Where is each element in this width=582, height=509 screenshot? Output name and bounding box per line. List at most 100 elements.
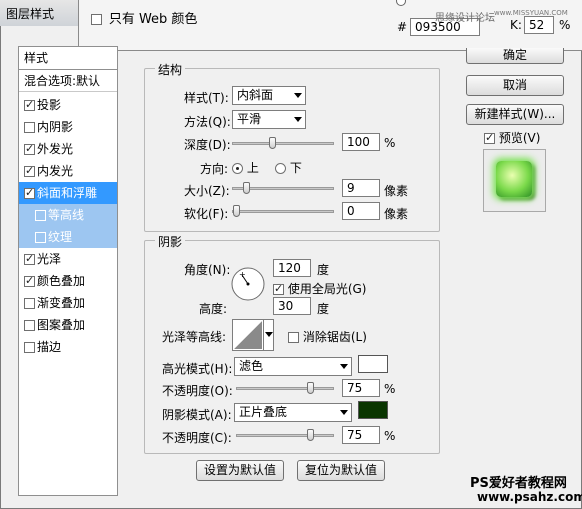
- depth-input[interactable]: 100: [342, 133, 380, 151]
- global-light-option[interactable]: 使用全局光(G): [273, 280, 367, 297]
- shadow-mode-select[interactable]: 正片叠底: [234, 403, 352, 422]
- contour-dropdown[interactable]: [263, 320, 274, 350]
- style-item[interactable]: 斜面和浮雕: [19, 182, 117, 204]
- size-input[interactable]: 9: [342, 179, 380, 197]
- style-preview-thumbnail: [483, 149, 546, 212]
- style-item[interactable]: 等高线: [19, 204, 117, 226]
- angle-unit: 度: [317, 263, 330, 277]
- shadow-opacity-thumb[interactable]: [307, 429, 314, 441]
- style-item[interactable]: 光泽: [19, 248, 117, 270]
- style-item-label: 纹理: [48, 230, 73, 244]
- style-item-label: 渐变叠加: [37, 296, 86, 310]
- angle-label: 角度(N):: [184, 263, 231, 277]
- web-only-checkbox[interactable]: [91, 14, 102, 25]
- reset-default-button[interactable]: 复位为默认值: [297, 460, 385, 481]
- chevron-down-icon: [294, 93, 302, 98]
- soften-slider-thumb[interactable]: [233, 205, 240, 217]
- depth-label: 深度(D):: [184, 138, 231, 152]
- direction-down-label: 下: [289, 161, 302, 175]
- highlight-mode-select[interactable]: 滤色: [234, 357, 352, 376]
- style-item[interactable]: 投影: [19, 94, 117, 116]
- style-item[interactable]: 描边: [19, 336, 117, 358]
- shadow-color-swatch[interactable]: [358, 401, 388, 419]
- shadow-mode-label: 阴影模式(A):: [162, 408, 232, 422]
- preview-checkbox[interactable]: [484, 131, 495, 144]
- angle-input[interactable]: 120: [273, 259, 311, 277]
- k-input[interactable]: 52: [524, 16, 554, 34]
- structure-title: 结构: [155, 61, 186, 78]
- highlight-mode-value: 滤色: [239, 359, 264, 373]
- style-item[interactable]: 颜色叠加: [19, 270, 117, 292]
- highlight-opacity-thumb[interactable]: [307, 382, 314, 394]
- soften-input[interactable]: 0: [342, 202, 380, 220]
- cancel-button[interactable]: 取消: [466, 75, 564, 96]
- style-item-checkbox[interactable]: [24, 164, 35, 177]
- style-item[interactable]: 内阴影: [19, 116, 117, 138]
- styles-list: 样式 混合选项:默认 投影内阴影外发光内发光斜面和浮雕等高线纹理光泽颜色叠加渐变…: [18, 46, 118, 496]
- web-only-option[interactable]: 只有 Web 颜色: [91, 8, 197, 27]
- highlight-opacity-slider[interactable]: [236, 382, 334, 394]
- direction-down-radio[interactable]: [275, 163, 286, 174]
- style-item[interactable]: 内发光: [19, 160, 117, 182]
- global-light-checkbox[interactable]: [273, 282, 284, 295]
- style-item-checkbox[interactable]: [24, 298, 35, 309]
- k-percent: %: [559, 18, 571, 32]
- style-item-label: 内阴影: [37, 120, 74, 134]
- soften-slider[interactable]: [232, 205, 334, 217]
- antialias-checkbox[interactable]: [288, 332, 299, 343]
- highlight-color-swatch[interactable]: [358, 355, 388, 373]
- preview-option[interactable]: 预览(V): [484, 129, 540, 146]
- style-item-checkbox[interactable]: [24, 342, 35, 353]
- style-item[interactable]: 渐变叠加: [19, 292, 117, 314]
- window-title: 图层样式: [6, 7, 55, 21]
- ok-button[interactable]: 确定: [466, 48, 564, 64]
- set-default-button[interactable]: 设置为默认值: [196, 460, 284, 481]
- highlight-opacity-input[interactable]: 75: [342, 379, 380, 397]
- style-item[interactable]: 外发光: [19, 138, 117, 160]
- gloss-contour-picker[interactable]: [232, 319, 274, 351]
- styles-header[interactable]: 样式: [19, 47, 117, 70]
- blend-options[interactable]: 混合选项:默认: [19, 70, 117, 92]
- style-item-checkbox[interactable]: [24, 98, 35, 111]
- altitude-unit: 度: [317, 302, 330, 316]
- b-radio[interactable]: [396, 0, 406, 6]
- style-item-checkbox[interactable]: [35, 210, 46, 221]
- size-slider[interactable]: [232, 182, 334, 194]
- angle-dial[interactable]: +: [230, 266, 266, 302]
- style-item[interactable]: 图案叠加: [19, 314, 117, 336]
- depth-slider-thumb[interactable]: [269, 137, 276, 149]
- style-item-checkbox[interactable]: [24, 252, 35, 265]
- style-item-checkbox[interactable]: [24, 274, 35, 287]
- style-item-label: 等高线: [48, 208, 85, 222]
- style-item-checkbox[interactable]: [24, 142, 35, 155]
- style-item-checkbox[interactable]: [35, 232, 46, 243]
- highlight-mode-label: 高光模式(H):: [162, 362, 233, 376]
- altitude-input[interactable]: 30: [273, 297, 311, 315]
- technique-select[interactable]: 平滑: [232, 110, 306, 129]
- direction-up-label: 上: [246, 161, 259, 175]
- style-item-checkbox[interactable]: [24, 122, 35, 133]
- gloss-contour-label: 光泽等高线:: [162, 330, 227, 344]
- technique-label: 方法(Q):: [184, 115, 231, 129]
- highlight-opacity-label: 不透明度(O):: [162, 384, 233, 398]
- shadow-opacity-slider[interactable]: [236, 429, 334, 441]
- shadow-opacity-input[interactable]: 75: [342, 426, 380, 444]
- soften-unit: 像素: [384, 207, 409, 221]
- contour-preview-icon: [234, 321, 262, 349]
- style-item-label: 颜色叠加: [37, 274, 86, 288]
- antialias-option[interactable]: 消除锯齿(L): [288, 328, 367, 345]
- direction-up-radio[interactable]: [232, 163, 243, 174]
- style-item-label: 光泽: [37, 252, 62, 266]
- style-item-checkbox[interactable]: [24, 186, 35, 199]
- chevron-down-icon: [265, 332, 273, 337]
- hex-hash: #: [397, 20, 408, 34]
- depth-slider[interactable]: [232, 137, 334, 149]
- direction-up-option[interactable]: 上: [232, 159, 259, 176]
- style-select[interactable]: 内斜面: [232, 86, 306, 105]
- size-slider-thumb[interactable]: [243, 182, 250, 194]
- direction-down-option[interactable]: 下: [275, 159, 302, 176]
- depth-unit: %: [384, 136, 396, 150]
- style-item[interactable]: 纹理: [19, 226, 117, 248]
- style-item-checkbox[interactable]: [24, 320, 35, 331]
- new-style-button[interactable]: 新建样式(W)...: [466, 104, 564, 125]
